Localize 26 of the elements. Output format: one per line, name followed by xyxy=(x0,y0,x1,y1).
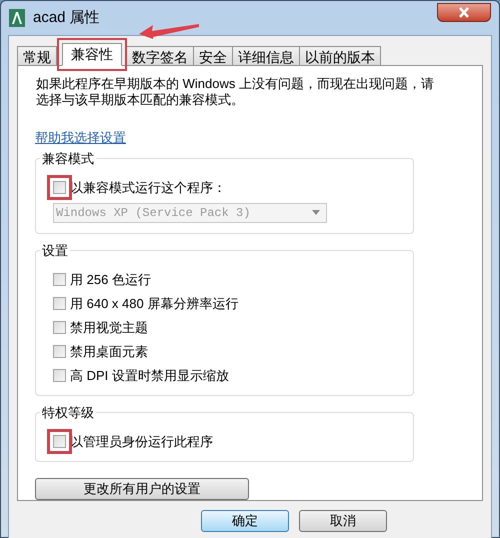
change-all-users-button[interactable]: 更改所有用户的设置 xyxy=(35,478,249,500)
checkbox[interactable] xyxy=(53,369,66,382)
dialog-button[interactable]: 取消 xyxy=(299,510,387,532)
dialog-button[interactable]: 确定 xyxy=(201,510,289,532)
checkbox[interactable] xyxy=(53,297,66,310)
close-button[interactable] xyxy=(437,2,491,22)
help-link[interactable]: 帮助我选择设置 xyxy=(35,128,126,148)
window-title: acad 属性 xyxy=(33,8,100,28)
description-text: 如果此程序在早期版本的 Windows 上没有问题，而现在出现问题，请选择与该早期版本匹配的兼容模式。 xyxy=(35,76,435,108)
checkbox-label: 高 DPI 设置时禁用显示缩放 xyxy=(70,366,229,385)
checkbox[interactable] xyxy=(53,273,66,286)
app-icon xyxy=(9,9,25,27)
checkbox-label: 禁用视觉主题 xyxy=(70,318,148,337)
checkbox-label: 禁用桌面元素 xyxy=(70,342,148,361)
checkbox[interactable] xyxy=(53,321,66,334)
checkbox-label: 用 640 x 480 屏幕分辨率运行 xyxy=(70,294,238,313)
checkbox[interactable] xyxy=(53,345,66,358)
caret-icon xyxy=(312,210,320,215)
tab[interactable]: 详细信息 xyxy=(232,46,300,66)
tab[interactable]: 数字签名 xyxy=(126,46,194,66)
checkbox-label: 用 256 色运行 xyxy=(70,270,151,289)
tab[interactable]: 常规 xyxy=(17,46,57,66)
tab[interactable]: 以前的版本 xyxy=(299,46,381,66)
annotation-arrow xyxy=(139,23,201,39)
close-icon xyxy=(458,6,470,18)
tab[interactable]: 安全 xyxy=(193,46,233,66)
